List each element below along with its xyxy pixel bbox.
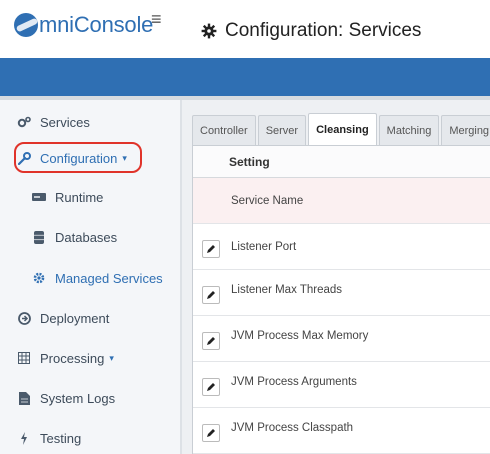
setting-label: JVM Process Arguments xyxy=(231,376,357,388)
sidebar-item-services[interactable]: Services xyxy=(0,102,180,142)
sidebar-item-label: Processing xyxy=(40,350,105,366)
sidebar-item-label: System Logs xyxy=(40,390,116,406)
table-header: Setting xyxy=(193,146,490,178)
sidebar-item-label: Services xyxy=(40,114,90,130)
logo-o-icon xyxy=(14,13,38,37)
page-title: Configuration: Services xyxy=(225,20,422,41)
column-header-setting: Setting xyxy=(229,155,270,169)
database-icon xyxy=(32,230,46,244)
document-icon xyxy=(17,391,31,405)
blue-toolbar-band xyxy=(0,58,490,96)
setting-label: Listener Max Threads xyxy=(231,284,343,296)
deploy-icon xyxy=(17,311,31,325)
sidebar-item-label: Testing xyxy=(40,430,82,446)
tab-matching[interactable]: Matching xyxy=(378,115,440,145)
table-row[interactable]: JVM Process Max Memory xyxy=(193,316,490,362)
sidebar-item-system-logs[interactable]: System Logs xyxy=(0,378,180,418)
settings-table: Setting Service Name Listener Port Liste… xyxy=(192,145,490,454)
edit-pencil-icon[interactable] xyxy=(202,286,220,304)
setting-label: JVM Process Max Memory xyxy=(231,330,369,342)
sidebar-item-label: Deployment xyxy=(40,310,110,326)
sidebar-item-processing[interactable]: Processing ▾ xyxy=(0,338,180,378)
sidebar-item-databases[interactable]: Databases xyxy=(0,217,180,257)
gear-icon xyxy=(32,271,46,285)
top-header: mniConsole ≡ Configuration: Services xyxy=(0,0,490,58)
tab-server[interactable]: Server xyxy=(257,115,307,145)
edit-pencil-icon[interactable] xyxy=(202,240,220,258)
cogs-icon xyxy=(17,115,31,129)
sidebar-item-runtime[interactable]: Runtime xyxy=(0,177,180,217)
sidebar-item-label: Databases xyxy=(55,229,118,245)
edit-pencil-icon[interactable] xyxy=(202,332,220,350)
chevron-down-icon: ▾ xyxy=(109,352,114,363)
tab-controller[interactable]: Controller xyxy=(192,115,256,145)
server-icon xyxy=(32,190,46,204)
table-row[interactable]: Listener Max Threads xyxy=(193,270,490,316)
sidebar-item-label: Managed Services xyxy=(55,270,163,286)
app-logo[interactable]: mniConsole xyxy=(14,12,153,38)
edit-pencil-icon[interactable] xyxy=(202,378,220,396)
sidebar-item-testing[interactable]: Testing xyxy=(0,418,180,454)
grid-icon xyxy=(17,351,31,365)
tab-merging[interactable]: Merging xyxy=(441,115,490,145)
setting-label: Listener Port xyxy=(231,241,297,253)
bolt-icon xyxy=(17,431,31,445)
menu-toggle-icon[interactable]: ≡ xyxy=(151,10,162,28)
main-content: Controller Server Cleansing Matching Mer… xyxy=(182,100,490,454)
table-row[interactable]: Service Name xyxy=(193,178,490,224)
page-title-area: Configuration: Services xyxy=(201,20,421,42)
setting-label: Service Name xyxy=(231,195,304,207)
gear-icon xyxy=(201,23,217,39)
tab-cleansing[interactable]: Cleansing xyxy=(308,113,377,145)
logo-text: mniConsole xyxy=(39,12,154,37)
sidebar-item-managed-services[interactable]: Managed Services xyxy=(0,258,180,298)
sidebar-item-label: Runtime xyxy=(55,189,104,205)
table-row[interactable]: JVM Process Arguments xyxy=(193,362,490,408)
configuration-highlight-outline xyxy=(14,142,142,173)
setting-label: JVM Process Classpath xyxy=(231,422,354,434)
table-row[interactable]: Listener Port xyxy=(193,224,490,270)
tab-bar: Controller Server Cleansing Matching Mer… xyxy=(192,113,490,145)
table-row[interactable]: JVM Process Classpath xyxy=(193,408,490,454)
sidebar-item-deployment[interactable]: Deployment xyxy=(0,298,180,338)
edit-pencil-icon[interactable] xyxy=(202,424,220,442)
sidebar: Services Configuration ▾ Runtime Databas… xyxy=(0,100,182,454)
